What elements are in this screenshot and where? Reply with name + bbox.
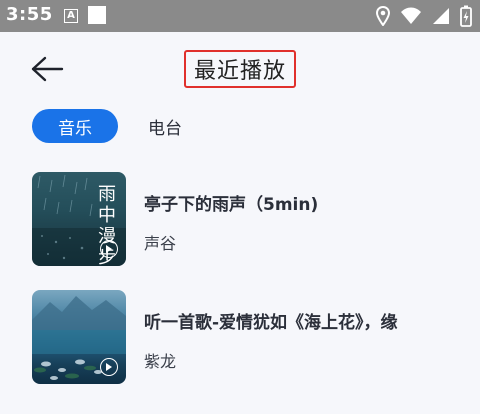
arrow-left-icon: [30, 56, 64, 88]
cover-image[interactable]: [32, 290, 126, 384]
category-tabs: 音乐 电台: [0, 106, 480, 150]
page-title: 最近播放: [184, 50, 297, 88]
battery-charging-icon: [460, 5, 472, 27]
tab-music[interactable]: 音乐: [32, 109, 118, 143]
play-icon[interactable]: [100, 358, 118, 376]
status-time: 3:55: [6, 4, 53, 25]
play-icon[interactable]: [100, 240, 118, 258]
list-item[interactable]: 听一首歌-爱情犹如《海上花》，缘 紫龙: [0, 290, 480, 388]
notification-a-icon: A: [64, 9, 78, 23]
signal-icon: [432, 7, 450, 25]
track-title: 听一首歌-爱情犹如《海上花》，缘: [144, 313, 398, 333]
track-artist: 声谷: [144, 234, 177, 253]
tab-radio[interactable]: 电台: [138, 109, 192, 143]
track-title: 亭子下的雨声（5min): [144, 195, 319, 215]
notification-square-icon: [88, 6, 106, 24]
top-bar: 最近播放: [0, 32, 480, 106]
status-icons: [376, 5, 472, 27]
location-icon: [376, 6, 390, 26]
status-bar: 3:55 A: [0, 0, 480, 32]
back-button[interactable]: [30, 54, 64, 84]
wifi-icon: [400, 7, 422, 25]
track-artist: 紫龙: [144, 352, 177, 371]
cover-image[interactable]: 雨中漫步: [32, 172, 126, 266]
list-item[interactable]: 雨中漫步 亭子下的雨声（5min) 声谷: [0, 172, 480, 270]
